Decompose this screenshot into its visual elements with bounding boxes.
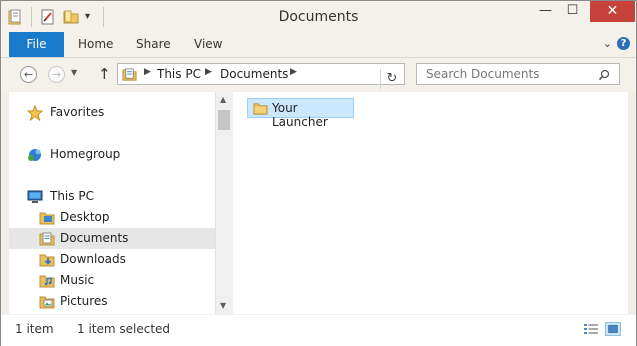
- pictures-folder-icon: [39, 296, 55, 309]
- sidebar-item-label: Desktop: [60, 210, 110, 224]
- documents-folder-icon: [39, 232, 55, 246]
- tab-file[interactable]: File: [9, 32, 64, 57]
- sidebar-item-documents[interactable]: Documents: [9, 228, 215, 249]
- file-list[interactable]: Your Launcher: [233, 92, 628, 314]
- search-icon[interactable]: [598, 69, 610, 81]
- address-bar[interactable]: ▶ This PC ▶ Documents ▶ ▼ ↻: [117, 63, 484, 89]
- scroll-down-icon[interactable]: ▼: [220, 301, 226, 310]
- sidebar-item-favorites[interactable]: Favorites: [9, 102, 215, 123]
- sidebar-item-music[interactable]: Music: [9, 270, 215, 291]
- breadcrumb-separator-icon[interactable]: ▶: [144, 67, 151, 77]
- sidebar-item-label: This PC: [50, 189, 94, 203]
- desktop-folder-icon: [39, 212, 55, 225]
- sidebar-item-downloads[interactable]: Downloads: [9, 249, 215, 270]
- scrollbar-thumb[interactable]: [218, 110, 230, 130]
- back-button[interactable]: ←: [20, 66, 37, 83]
- sidebar-item-label: Music: [60, 273, 95, 287]
- maximize-button[interactable]: ☐: [559, 1, 586, 22]
- tab-view[interactable]: View: [194, 32, 222, 57]
- close-button[interactable]: ✕: [590, 1, 635, 22]
- documents-folder-icon: [122, 68, 137, 81]
- list-item[interactable]: Your Launcher: [247, 98, 354, 129]
- forward-button[interactable]: →: [48, 66, 65, 83]
- tab-home[interactable]: Home: [78, 32, 113, 57]
- list-item-label: Your Launcher: [272, 101, 328, 129]
- selection-count: 1 item selected: [77, 322, 171, 336]
- refresh-button[interactable]: ↻: [380, 69, 403, 89]
- navigation-pane-scrollbar[interactable]: ▲ ▼: [215, 92, 233, 314]
- sidebar-item-desktop[interactable]: Desktop: [9, 207, 215, 228]
- sidebar-item-label: Favorites: [50, 105, 105, 119]
- breadcrumb-documents[interactable]: Documents: [220, 67, 288, 81]
- details-view-icon[interactable]: [583, 322, 599, 336]
- sidebar-item-pictures[interactable]: Pictures: [9, 291, 215, 312]
- expand-ribbon-icon[interactable]: ⌄: [603, 37, 612, 50]
- star-icon: [27, 105, 43, 121]
- ribbon-tabs: File Home Share View ⌄ ?: [1, 32, 636, 58]
- navigation-bar: ← → ▼ ↑ ▶ This PC ▶ Documents ▶ ▼ ↻ Sear…: [1, 58, 636, 92]
- title-bar: ▾ Documents — ☐ ✕: [1, 1, 636, 32]
- homegroup-icon: [28, 149, 41, 161]
- folder-icon: [253, 103, 268, 115]
- sidebar-item-label: Downloads: [60, 252, 126, 266]
- sidebar-item-label: Pictures: [60, 294, 108, 308]
- sidebar-item-label: Homegroup: [50, 147, 121, 161]
- large-icons-view-icon[interactable]: [605, 322, 621, 336]
- scroll-up-icon[interactable]: ▲: [220, 95, 226, 104]
- minimize-button[interactable]: —: [532, 1, 559, 22]
- downloads-folder-icon: [39, 254, 55, 267]
- help-icon[interactable]: ?: [617, 37, 630, 50]
- search-input[interactable]: Search Documents: [416, 63, 620, 85]
- breadcrumb-this-pc[interactable]: This PC: [157, 67, 201, 81]
- up-button[interactable]: ↑: [98, 65, 111, 83]
- computer-icon: [27, 190, 43, 203]
- sidebar-item-label: Documents: [60, 231, 129, 245]
- status-bar: 1 item 1 item selected: [1, 314, 636, 346]
- explorer-window: ▾ Documents — ☐ ✕ File Home Share View ⌄…: [0, 0, 637, 346]
- navigation-pane: Favorites Homegroup This PC Desktop Docu…: [9, 92, 215, 314]
- sidebar-item-this-pc[interactable]: This PC: [9, 186, 215, 207]
- item-count: 1 item: [15, 322, 54, 336]
- breadcrumb-separator-icon[interactable]: ▶: [205, 67, 212, 77]
- breadcrumb-separator-icon[interactable]: ▶: [290, 67, 297, 77]
- sidebar-item-homegroup[interactable]: Homegroup: [9, 144, 215, 165]
- music-folder-icon: [39, 275, 55, 288]
- recent-locations-button[interactable]: ▼: [71, 68, 77, 77]
- tab-share[interactable]: Share: [136, 32, 171, 57]
